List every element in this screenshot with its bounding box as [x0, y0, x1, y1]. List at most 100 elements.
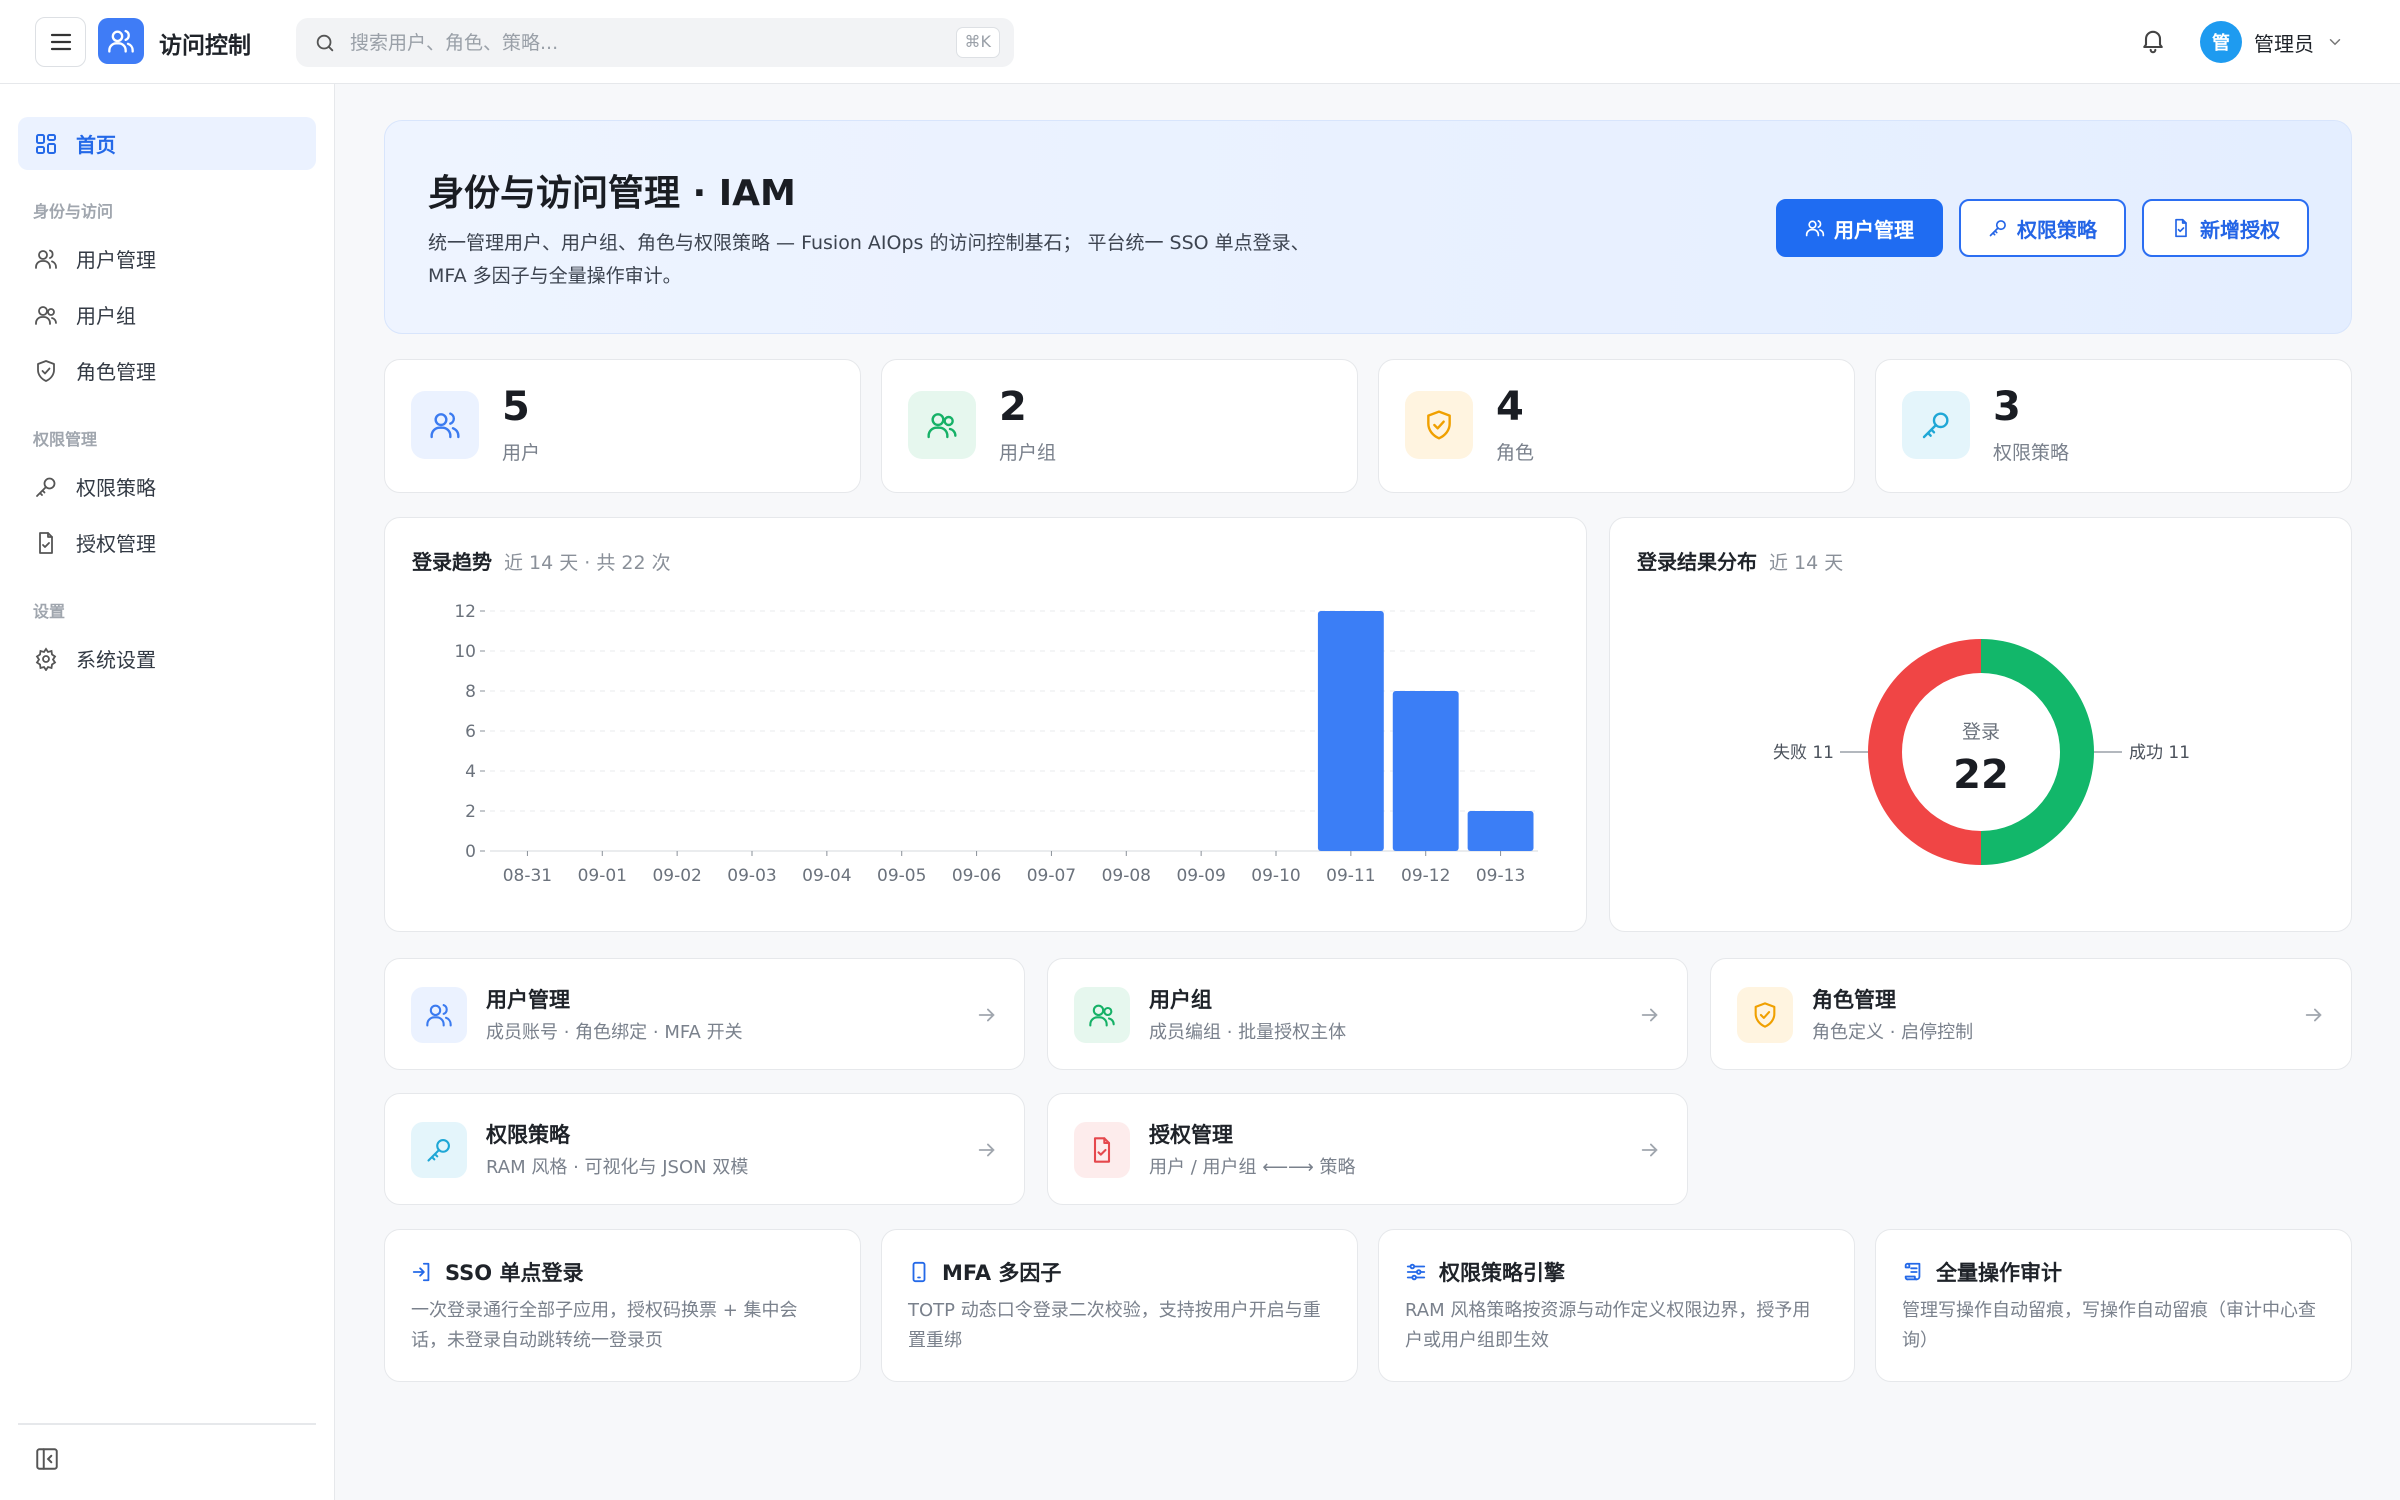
chevron-down-icon[interactable] [2326, 33, 2344, 51]
sidebar-item-label: 用户管理 [76, 248, 156, 272]
search-input[interactable] [350, 31, 910, 54]
module-title: 用户组 [1149, 988, 1212, 1012]
sidebar-divider [18, 1423, 316, 1425]
file-check-icon [39, 531, 53, 554]
x-tick-label: 09-10 [1251, 866, 1300, 886]
arrow-right-icon [1641, 1143, 1658, 1157]
feature-card-audit: 全量操作审计 管理写操作自动留痕，写操作自动留痕（审计中心查询） [1875, 1229, 2352, 1382]
page-description: 统一管理用户、用户组、角色与权限策略 — Fusion AIOps 的访问控制基… [428, 232, 1310, 287]
user-management-button[interactable]: 用户管理 [1776, 199, 1943, 257]
file-check-icon [1093, 1137, 1111, 1163]
sidebar-item-roles[interactable]: 角色管理 [18, 344, 316, 397]
x-tick-label: 09-03 [727, 866, 776, 886]
sidebar-item-label: 系统设置 [76, 648, 156, 672]
sidebar-item-user-groups[interactable]: 用户组 [18, 288, 316, 341]
feature-title-text: 全量操作审计 [1936, 1261, 2062, 1285]
menu-toggle-button[interactable] [35, 17, 86, 67]
module-icon-box [1737, 987, 1793, 1043]
module-title: 授权管理 [1149, 1123, 1233, 1147]
stat-card-users[interactable]: 5 用户 [384, 359, 861, 493]
phone-icon [912, 1261, 926, 1283]
feature-desc: 管理写操作自动留痕，写操作自动留痕（审计中心查询） [1902, 1300, 2316, 1351]
app-title: 访问控制 [159, 33, 251, 59]
feature-title: 权限策略引擎 [1405, 1257, 1565, 1287]
feature-card-mfa: MFA 多因子 TOTP 动态口令登录二次校验，支持按用户开启与重置重绑 [881, 1229, 1358, 1382]
login-trend-card: 登录趋势近 14 天 · 共 22 次 0 2 4 6 8 10 12 08-31 09-01 0… [384, 517, 1587, 932]
button-label: 新增授权 [2200, 217, 2280, 242]
policies-button[interactable]: 权限策略 [1959, 199, 2126, 257]
bell-icon [2143, 30, 2163, 54]
hamburger-icon [50, 33, 71, 51]
x-tick-label: 09-02 [652, 866, 701, 886]
app-logo[interactable] [98, 18, 144, 64]
new-grant-button[interactable]: 新增授权 [2142, 199, 2309, 257]
feature-desc: TOTP 动态口令登录二次校验，支持按用户开启与重置重绑 [908, 1300, 1321, 1351]
sidebar: 首页 身份与访问 用户管理 用户组 角色管理 权限管理 权限策略 授权管理 设置… [0, 84, 335, 1500]
login-trend-chart: 0 2 4 6 8 10 12 08-31 09-01 09-02 09-03 09-04 09-05 0… [454, 602, 1538, 886]
chart-bar [1392, 691, 1459, 851]
sidebar-item-home[interactable]: 首页 [18, 117, 316, 170]
x-tick-label: 09-07 [1027, 866, 1076, 886]
x-tick-label: 09-13 [1476, 866, 1525, 886]
sidebar-item-users[interactable]: 用户管理 [18, 232, 316, 285]
search-icon [316, 34, 334, 51]
module-card-grants[interactable]: 授权管理 用户 / 用户组 ⟵⟶ 策略 [1047, 1093, 1688, 1205]
module-desc: 角色定义 · 启停控制 [1812, 1022, 1974, 1043]
sidebar-item-label: 权限策略 [76, 476, 156, 500]
button-label: 权限策略 [2017, 217, 2097, 242]
donut-center-label: 登录 [1962, 721, 2000, 743]
chart-bar [1467, 811, 1534, 851]
sidebar-item-policies[interactable]: 权限策略 [18, 460, 316, 513]
hero-banner: 身份与访问管理 · IAM 统一管理用户、用户组、角色与权限策略 — Fusio… [384, 120, 2352, 334]
sidebar-item-grants[interactable]: 授权管理 [18, 516, 316, 569]
module-card-roles[interactable]: 角色管理 角色定义 · 启停控制 [1710, 958, 2352, 1070]
x-tick-label: 09-05 [877, 866, 926, 886]
module-card-user-groups[interactable]: 用户组 成员编组 · 批量授权主体 [1047, 958, 1688, 1070]
y-tick-label: 0 [465, 842, 476, 862]
sidebar-item-settings[interactable]: 系统设置 [18, 632, 316, 685]
arrow-right-icon [978, 1143, 995, 1157]
stat-card-roles[interactable]: 4 角色 [1378, 359, 1855, 493]
module-desc: 用户 / 用户组 ⟵⟶ 策略 [1149, 1157, 1356, 1178]
sidebar-item-label: 首页 [76, 133, 116, 157]
success-label: 成功 11 [2129, 743, 2190, 763]
stat-label: 用户 [502, 442, 541, 464]
collapse-sidebar-icon[interactable] [34, 1446, 60, 1472]
stat-icon-box [411, 391, 479, 459]
sidebar-group-label: 权限管理 [33, 430, 98, 449]
module-card-policies[interactable]: 权限策略 RAM 风格 · 可视化与 JSON 双模 [384, 1093, 1025, 1205]
x-tick-label: 09-11 [1326, 866, 1375, 886]
x-tick-label: 09-01 [578, 866, 627, 886]
user-name[interactable]: 管理员 [2254, 28, 2314, 57]
search-bar[interactable]: ⌘K [296, 18, 1014, 67]
feature-card-policy-engine: 权限策略引擎 RAM 风格策略按资源与动作定义权限边界，授予用户或用户组即生效 [1378, 1229, 1855, 1382]
module-card-users[interactable]: 用户管理 成员账号 · 角色绑定 · MFA 开关 [384, 958, 1025, 1070]
stat-icon-box [1405, 391, 1473, 459]
y-tick-label: 10 [454, 642, 476, 662]
sidebar-item-label: 用户组 [76, 304, 136, 328]
feature-title-text: SSO 单点登录 [445, 1261, 584, 1285]
key-icon [36, 477, 56, 497]
module-title: 角色管理 [1812, 988, 1896, 1012]
module-desc: 成员编组 · 批量授权主体 [1149, 1022, 1347, 1043]
feature-desc: RAM 风格策略按资源与动作定义权限边界，授予用户或用户组即生效 [1405, 1300, 1811, 1351]
key-icon [427, 1139, 450, 1162]
stat-value: 5 [502, 384, 530, 430]
module-icon-box [411, 987, 467, 1043]
shield-icon [1427, 410, 1451, 440]
module-icon-box [411, 1122, 467, 1178]
login-result-chart: 登录 22 失败 11 成功 11 [1773, 639, 2190, 865]
arrow-right-icon [2305, 1008, 2322, 1022]
login-result-card: 登录结果分布近 14 天 登录 22 失败 11 成功 11 [1609, 517, 2352, 932]
stat-card-policies[interactable]: 3 权限策略 [1875, 359, 2352, 493]
feature-title-text: MFA 多因子 [942, 1261, 1062, 1285]
notifications-button[interactable] [2139, 26, 2167, 58]
users-icon [35, 249, 57, 269]
avatar[interactable]: 管 [2200, 21, 2242, 63]
module-desc: 成员账号 · 角色绑定 · MFA 开关 [486, 1022, 743, 1043]
stat-card-user-groups[interactable]: 2 用户组 [881, 359, 1358, 493]
stat-value: 4 [1496, 384, 1524, 430]
feature-title: SSO 单点登录 [411, 1257, 583, 1287]
search-shortcut-badge: ⌘K [955, 27, 1000, 58]
users-icon [1805, 220, 1825, 237]
